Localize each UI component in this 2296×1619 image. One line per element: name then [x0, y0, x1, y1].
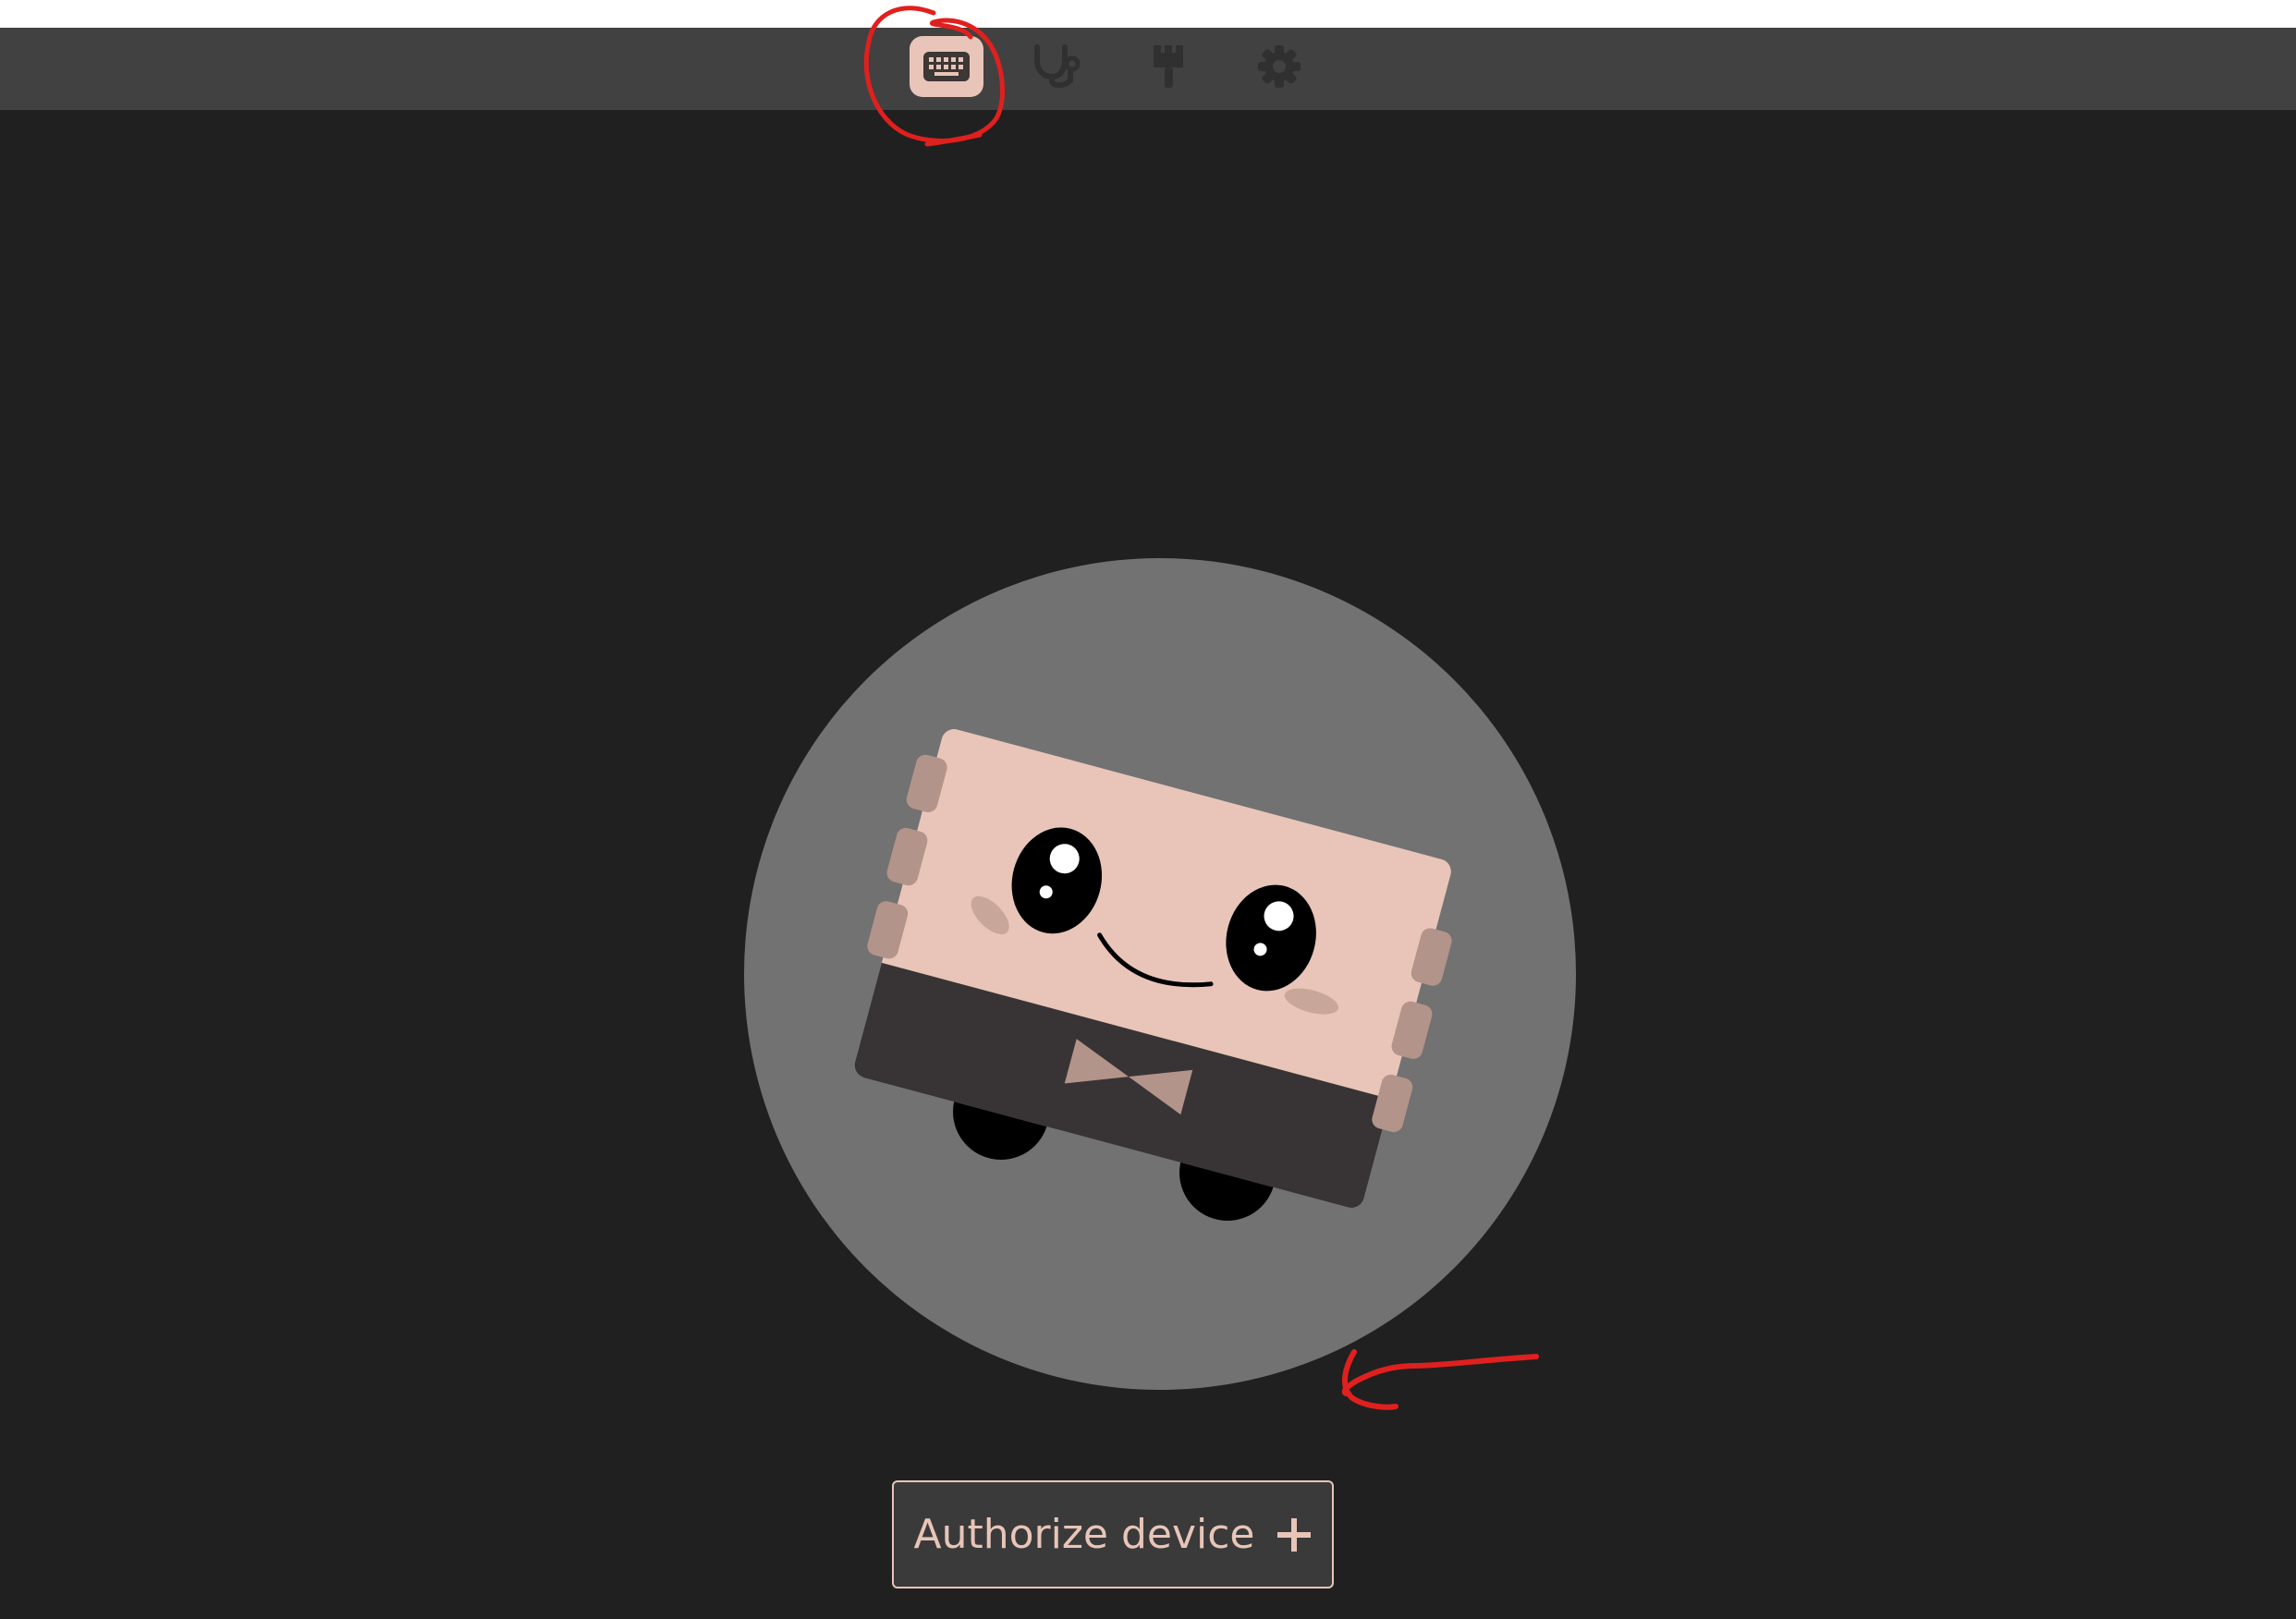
nav-customize-button[interactable] [1131, 36, 1205, 97]
top-toolbar [0, 28, 2296, 110]
main-area: Authorize device [0, 110, 2296, 1619]
gear-icon [1258, 45, 1301, 88]
stethoscope-icon [1034, 44, 1081, 89]
keyboard-mascot-illustration [744, 558, 1576, 1390]
plus-icon [1276, 1517, 1311, 1552]
nav-settings-button[interactable] [1242, 36, 1316, 97]
authorize-device-button[interactable]: Authorize device [892, 1480, 1334, 1589]
window-top-strip [0, 0, 2296, 28]
authorize-device-label: Authorize device [913, 1511, 1255, 1558]
keyboard-icon [923, 52, 970, 81]
nav-diagnostics-button[interactable] [1020, 36, 1094, 97]
paint-brush-icon [1154, 45, 1183, 88]
nav-keyboard-button[interactable] [910, 36, 983, 97]
